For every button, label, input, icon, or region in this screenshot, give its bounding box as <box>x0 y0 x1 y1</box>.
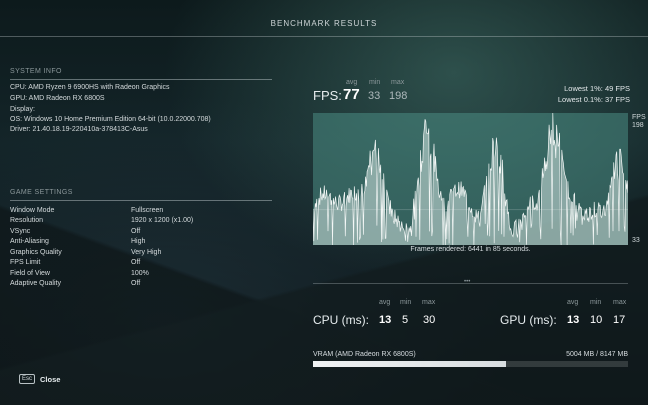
gpu-max-head: max <box>613 299 627 306</box>
fps-label: FPS: <box>313 88 342 103</box>
setting-key: FPS Limit <box>10 259 41 266</box>
cpu-avg-value: 13 <box>379 314 392 326</box>
fps-avg-value: 77 <box>343 86 360 103</box>
fps-min-value: 33 <box>368 90 381 102</box>
cpu-avg-head: avg <box>379 299 391 306</box>
gpu-avg-head: avg <box>567 299 579 306</box>
gpu-max-value: 17 <box>613 314 626 326</box>
vram-value: 5004 MB / 8147 MB <box>566 351 628 358</box>
setting-value: 1920 x 1200 (x1.00) <box>131 217 194 224</box>
setting-value: Very High <box>131 249 162 256</box>
system-info-title: SYSTEM INFO <box>10 68 62 75</box>
vram-label: VRAM (AMD Radeon RX 6800S) <box>313 351 416 358</box>
setting-key: Window Mode <box>10 207 55 214</box>
section-divider <box>313 283 628 284</box>
fps-max-value: 198 <box>389 90 408 102</box>
gpu-min-value: 10 <box>590 314 603 326</box>
setting-value: Off <box>131 280 141 287</box>
lowest-1-percent: Lowest 1%: 49 FPS <box>564 84 630 93</box>
chart-axis-label: FPS <box>632 114 646 121</box>
setting-row-adaptive-quality: Adaptive Quality Off <box>10 280 270 290</box>
chart-top-value: 198 <box>632 122 644 129</box>
header-divider <box>0 36 648 37</box>
fps-avg-head: avg <box>346 79 358 86</box>
setting-value: High <box>131 238 146 245</box>
setting-key: Graphics Quality <box>10 249 62 256</box>
setting-key: Adaptive Quality <box>10 280 61 287</box>
vram-bar <box>313 361 628 367</box>
system-info-rule <box>10 79 272 80</box>
gpu-min-head: min <box>590 299 602 306</box>
cpu-max-head: max <box>422 299 436 306</box>
cpu-min-head: min <box>400 299 412 306</box>
setting-row-fps-limit: FPS Limit Off <box>10 259 270 269</box>
setting-row-anti-aliasing: Anti-Aliasing High <box>10 238 270 248</box>
setting-row-graphics-quality: Graphics Quality Very High <box>10 249 270 259</box>
close-label: Close <box>40 374 61 384</box>
setting-row-resolution: Resolution 1920 x 1200 (x1.00) <box>10 217 270 227</box>
esc-key-icon: Esc <box>19 374 36 384</box>
cpu-min-value: 5 <box>402 314 409 326</box>
setting-key: Anti-Aliasing <box>10 238 49 245</box>
setting-key: Resolution <box>10 217 44 224</box>
setting-key: Field of View <box>10 270 50 277</box>
cpu-max-value: 30 <box>423 314 436 326</box>
system-info-driver: Driver: 21.40.18.19-220410a-378413C-Asus <box>10 126 148 133</box>
setting-key: VSync <box>10 228 31 235</box>
setting-row-vsync: VSync Off <box>10 228 270 238</box>
setting-value: Off <box>131 259 141 266</box>
lowest-01-percent: Lowest 0.1%: 37 FPS <box>557 95 630 104</box>
setting-value: Off <box>131 228 141 235</box>
fps-max-head: max <box>391 79 405 86</box>
setting-value: Fullscreen <box>131 207 164 214</box>
system-info-gpu: GPU: AMD Radeon RX 6800S <box>10 95 105 102</box>
page-title: BENCHMARK RESULTS <box>270 19 378 28</box>
chart-bottom-value: 33 <box>632 237 640 244</box>
system-info-os: OS: Windows 10 Home Premium Edition 64-b… <box>10 116 211 123</box>
fps-min-head: min <box>369 79 381 86</box>
game-settings-rule <box>10 200 272 201</box>
gpu-label: GPU (ms): <box>500 313 557 327</box>
frames-rendered: Frames rendered: 6441 in 85 seconds. <box>410 246 531 253</box>
vram-bar-fill <box>313 361 507 367</box>
fps-chart <box>313 113 628 245</box>
system-info-cpu: CPU: AMD Ryzen 9 6900HS with Radeon Grap… <box>10 84 170 91</box>
setting-value: 100% <box>131 270 149 277</box>
setting-row-window-mode: Window Mode Fullscreen <box>10 207 270 217</box>
divider-ornament-icon: ••• <box>464 279 471 285</box>
cpu-label: CPU (ms): <box>313 313 369 327</box>
system-info-display: Display: <box>10 106 35 113</box>
game-settings-title: GAME SETTINGS <box>10 189 73 196</box>
setting-row-field-of-view: Field of View 100% <box>10 270 270 280</box>
close-button[interactable]: Esc Close <box>19 374 60 384</box>
gpu-avg-value: 13 <box>567 314 580 326</box>
